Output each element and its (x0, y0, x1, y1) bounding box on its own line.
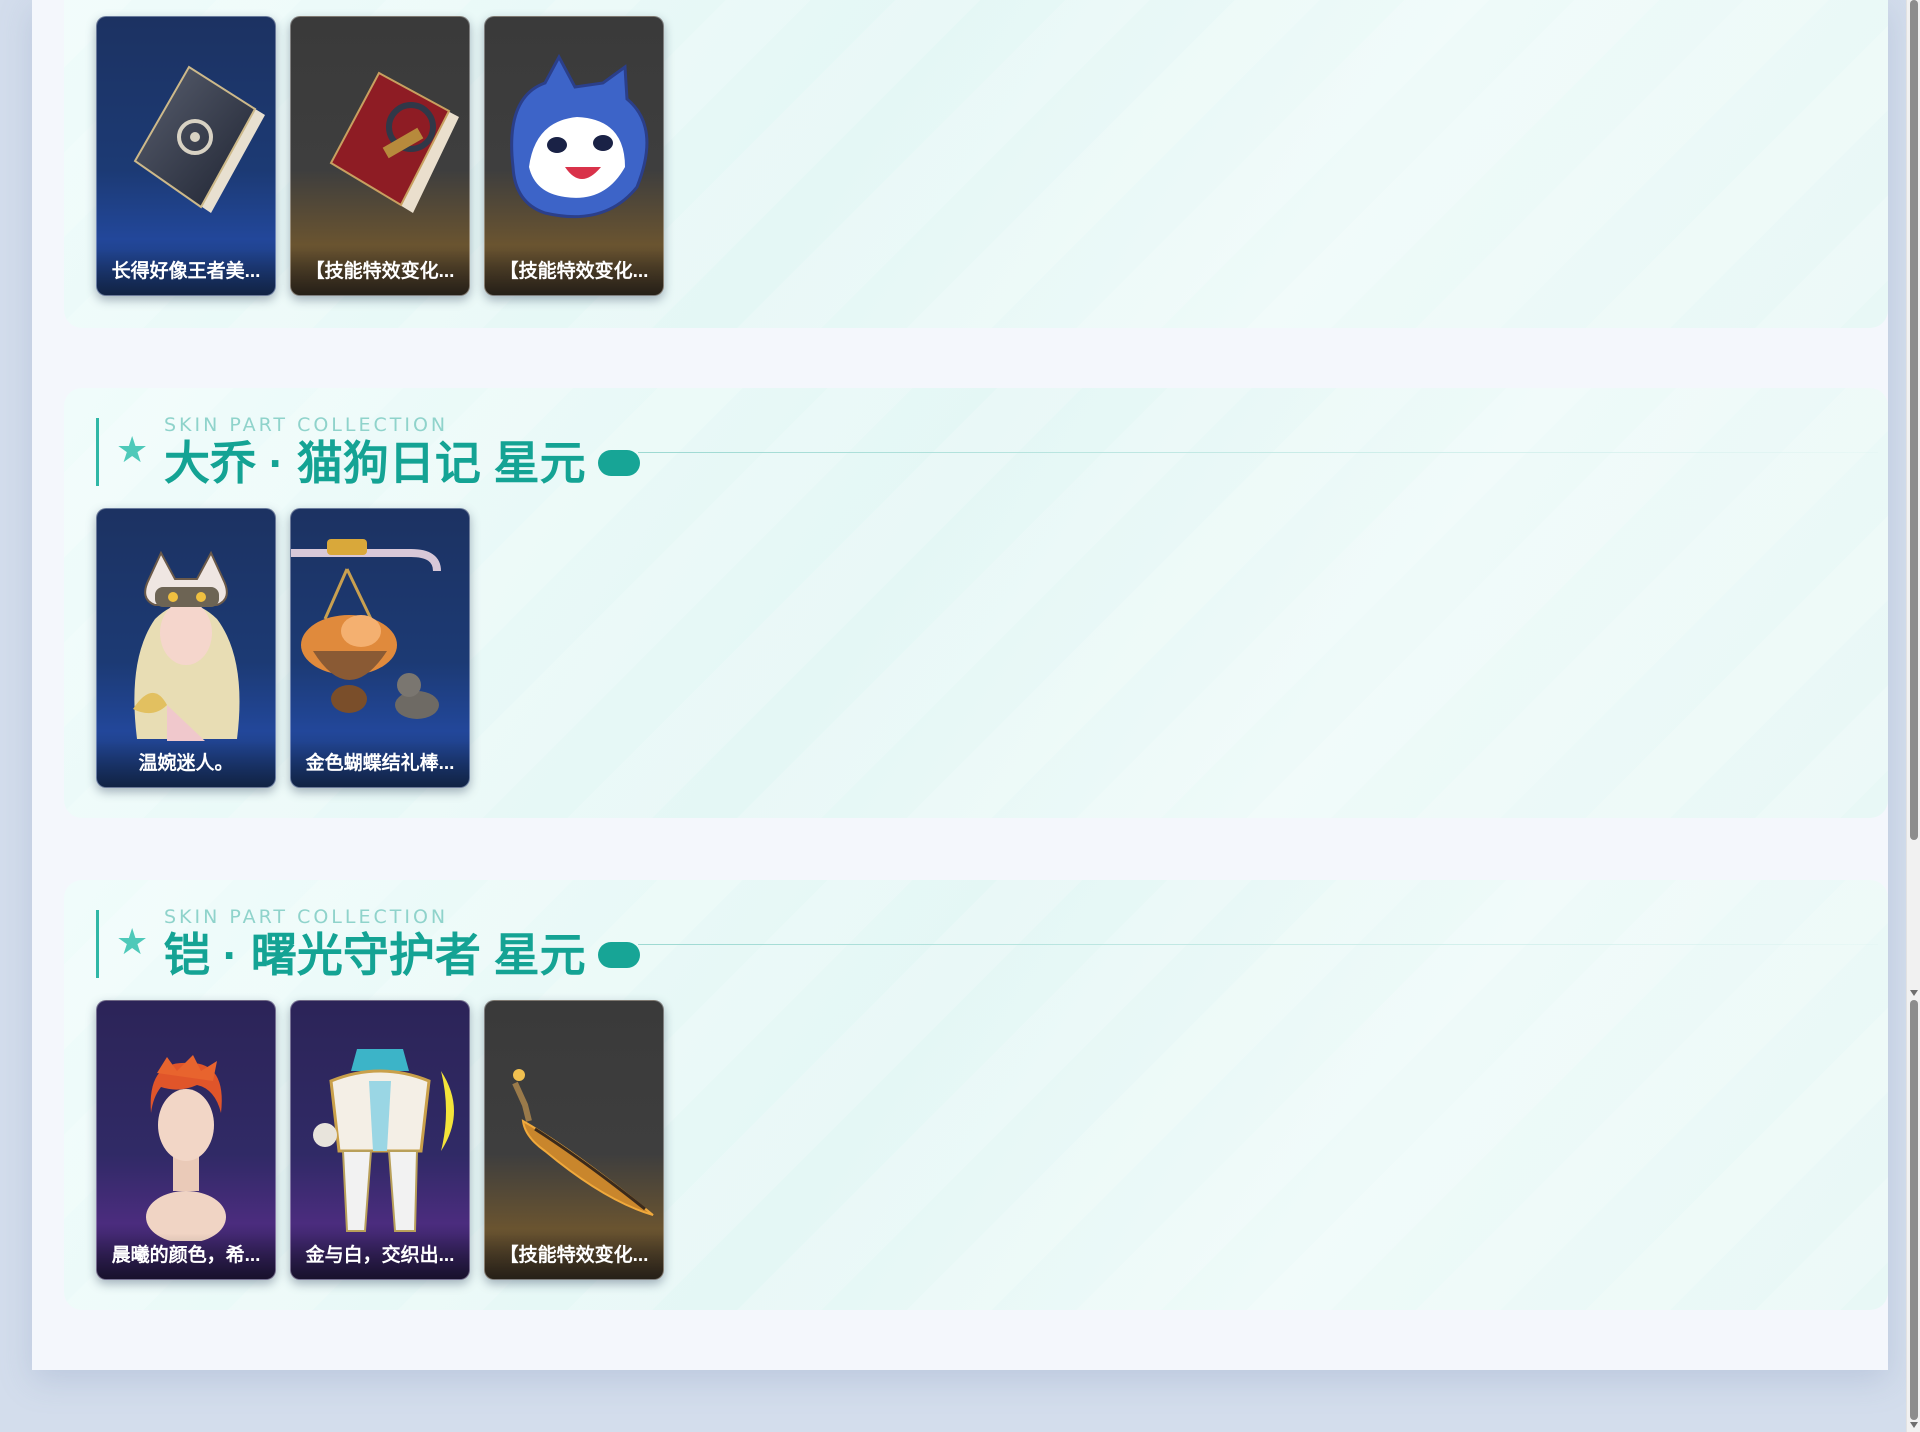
section-header: ★ SKIN PART COLLECTION 大乔 · 猫狗日记 星元 (96, 414, 1920, 498)
section-subtitle: SKIN PART COLLECTION (164, 906, 449, 928)
hero-head-icon (146, 1055, 226, 1241)
scroll-down-arrow-icon[interactable] (1910, 990, 1918, 996)
armor-body-icon (313, 1049, 454, 1232)
card-row: 晨曦的颜色，希... 金与白，交织出... 【技能特效变化... (96, 1000, 696, 1282)
skin-part-card[interactable]: 温婉迷人。 (96, 508, 276, 788)
hero-head-icon (133, 550, 240, 741)
card-label: 【技能特效变化... (291, 249, 469, 295)
cat-basket-icon (291, 539, 441, 719)
card-label: 【技能特效变化... (485, 1233, 663, 1279)
card-label: 金与白，交织出... (291, 1233, 469, 1279)
card-label: 晨曦的颜色，希... (97, 1233, 275, 1279)
card-label: 金色蝴蝶结礼棒... (291, 741, 469, 787)
vertical-scrollbar[interactable] (1906, 0, 1920, 1432)
card-row: 温婉迷人。 金色蝴蝶结礼棒... (96, 508, 696, 790)
section-title-text: 铠 · 曙光守护者 星元 (164, 929, 586, 981)
section-divider-line (638, 944, 1878, 945)
card-label: 【技能特效变化... (485, 249, 663, 295)
card-row: 长得好像王者美... 【技能特效变化... 【技能特效变化... (96, 16, 696, 298)
star-icon: ★ (116, 429, 149, 470)
card-label: 长得好像王者美... (97, 249, 275, 295)
card-label: 温婉迷人。 (97, 741, 275, 787)
title-pill-badge (597, 449, 640, 476)
cat-mask-icon (510, 53, 649, 219)
scrollbar-thumb-upper[interactable] (1910, 0, 1918, 840)
skin-part-card[interactable]: 【技能特效变化... (290, 16, 470, 296)
section-title-text: 大乔 · 猫狗日记 星元 (164, 437, 586, 489)
scrollbar-thumb-lower[interactable] (1910, 1000, 1918, 1420)
skin-part-card[interactable]: 金与白，交织出... (290, 1000, 470, 1280)
section-accent-bar (96, 418, 99, 486)
skin-part-card[interactable]: 【技能特效变化... (484, 1000, 664, 1280)
section-title: 铠 · 曙光守护者 星元 (164, 928, 640, 982)
book-icon (133, 65, 265, 213)
title-pill-badge (597, 941, 640, 968)
page-panel: 长得好像王者美... 【技能特效变化... 【技能特效变化... ★ SKIN … (32, 0, 1920, 1370)
skin-section: ★ SKIN PART COLLECTION 铠 · 曙光守护者 星元 晨曦的颜… (64, 880, 1920, 1310)
section-title: 大乔 · 猫狗日记 星元 (164, 436, 640, 490)
skin-section: 长得好像王者美... 【技能特效变化... 【技能特效变化... (64, 0, 1888, 328)
section-header: ★ SKIN PART COLLECTION 铠 · 曙光守护者 星元 (96, 906, 1920, 990)
skin-section: ★ SKIN PART COLLECTION 大乔 · 猫狗日记 星元 温婉迷人… (64, 388, 1920, 818)
skin-part-card[interactable]: 金色蝴蝶结礼棒... (290, 508, 470, 788)
skin-part-card[interactable]: 晨曦的颜色，希... (96, 1000, 276, 1280)
skin-part-card[interactable]: 长得好像王者美... (96, 16, 276, 296)
skin-part-card[interactable]: 【技能特效变化... (484, 16, 664, 296)
red-book-icon (329, 71, 459, 213)
star-icon: ★ (116, 921, 149, 962)
section-accent-bar (96, 910, 99, 978)
section-subtitle: SKIN PART COLLECTION (164, 414, 449, 436)
section-divider-line (638, 452, 1878, 453)
blade-icon (512, 1069, 654, 1216)
scroll-down-arrow-icon[interactable] (1910, 1422, 1918, 1428)
